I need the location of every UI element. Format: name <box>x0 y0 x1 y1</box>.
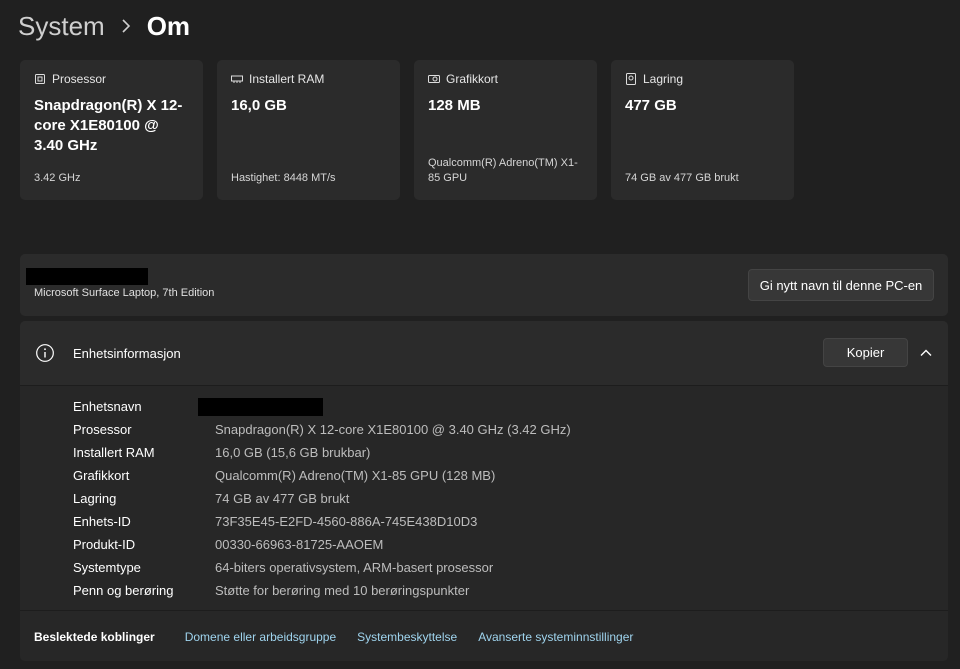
spec-label: Penn og berøring <box>73 583 174 598</box>
spec-value: 73F35E45-E2FD-4560-886A-745E438D10D3 <box>215 514 478 529</box>
copy-button[interactable]: Kopier <box>823 338 908 367</box>
rename-pc-button[interactable]: Gi nytt navn til denne PC-en <box>748 269 934 301</box>
processor-icon <box>34 73 46 85</box>
device-name-panel: Microsoft Surface Laptop, 7th Edition Gi… <box>20 254 948 316</box>
spec-row: Prosessor Snapdragon(R) X 12-core X1E801… <box>73 418 571 441</box>
spec-label: Enhetsnavn <box>73 399 142 414</box>
spec-label: Lagring <box>73 491 117 506</box>
card-value: 128 MB <box>428 97 481 114</box>
related-links: Beslektede koblinger Domene eller arbeid… <box>20 610 948 661</box>
card-sub: 74 GB av 477 GB brukt <box>625 172 739 184</box>
spec-list: Enhetsnavn Prosessor Snapdragon(R) X 12-… <box>73 395 571 602</box>
link-domain-workgroup[interactable]: Domene eller arbeidsgruppe <box>185 630 336 644</box>
card-sub: 3.42 GHz <box>34 172 81 184</box>
spec-row: Systemtype 64-biters operativsystem, ARM… <box>73 556 571 579</box>
breadcrumb: System Om <box>18 8 190 44</box>
spec-cards: Prosessor Snapdragon(R) X 12-core X1E801… <box>20 60 794 200</box>
spec-label: Produkt-ID <box>73 537 136 552</box>
card-gpu: Grafikkort 128 MB Qualcomm(R) Adreno(TM)… <box>414 60 597 200</box>
link-advanced-system-settings[interactable]: Avanserte systeminnstillinger <box>478 630 633 644</box>
related-links-title: Beslektede koblinger <box>34 629 155 644</box>
card-value: 16,0 GB <box>231 97 287 114</box>
card-sub: Qualcomm(R) Adreno(TM) X1-85 GPU <box>428 157 578 184</box>
spec-row: Produkt-ID 00330-66963-81725-AAOEM <box>73 533 571 556</box>
spec-value: Støtte for berøring med 10 berøringspunk… <box>215 583 470 598</box>
card-sub: Hastighet: 8448 MT/s <box>231 172 336 184</box>
device-info-panel: Enhetsinformasjon Kopier Enhetsnavn Pros… <box>20 321 948 661</box>
spec-label: Grafikkort <box>73 468 130 483</box>
spec-value: 64-biters operativsystem, ARM-basert pro… <box>215 560 494 575</box>
card-label: Prosessor <box>52 72 107 86</box>
device-info-header[interactable]: Enhetsinformasjon Kopier <box>20 321 948 386</box>
gpu-icon <box>428 73 440 85</box>
spec-row: Enhets-ID 73F35E45-E2FD-4560-886A-745E43… <box>73 510 571 533</box>
spec-value: Qualcomm(R) Adreno(TM) X1-85 GPU (128 MB… <box>215 468 496 483</box>
ram-icon <box>231 73 243 85</box>
storage-icon <box>625 73 637 85</box>
page-title: Om <box>146 10 191 41</box>
card-storage: Lagring 477 GB 74 GB av 477 GB brukt <box>611 60 794 200</box>
card-label: Grafikkort <box>446 72 499 86</box>
spec-label: Systemtype <box>73 560 141 575</box>
spec-row: Enhetsnavn <box>73 395 571 418</box>
redacted-device-name-value <box>198 397 323 416</box>
chevron-right-icon <box>121 19 131 33</box>
device-model: Microsoft Surface Laptop, 7th Edition <box>34 287 215 299</box>
spec-value: 74 GB av 477 GB brukt <box>215 491 350 506</box>
spec-row: Lagring 74 GB av 477 GB brukt <box>73 487 571 510</box>
spec-label: Enhets-ID <box>73 514 131 529</box>
spec-value: 16,0 GB (15,6 GB brukbar) <box>215 445 371 460</box>
spec-row: Grafikkort Qualcomm(R) Adreno(TM) X1-85 … <box>73 464 571 487</box>
spec-value: Snapdragon(R) X 12-core X1E80100 @ 3.40 … <box>215 422 571 437</box>
card-ram: Installert RAM 16,0 GB Hastighet: 8448 M… <box>217 60 400 200</box>
spec-row: Penn og berøring Støtte for berøring med… <box>73 579 571 602</box>
card-value: Snapdragon(R) X 12-core X1E80100 @ 3.40 … <box>34 97 183 154</box>
spec-label: Prosessor <box>73 422 132 437</box>
info-icon <box>35 343 55 363</box>
card-label: Installert RAM <box>249 72 325 86</box>
spec-value: 00330-66963-81725-AAOEM <box>215 537 384 552</box>
device-info-title: Enhetsinformasjon <box>73 346 181 361</box>
card-processor: Prosessor Snapdragon(R) X 12-core X1E801… <box>20 60 203 200</box>
breadcrumb-parent[interactable]: System <box>18 11 105 42</box>
chevron-up-icon[interactable] <box>918 345 934 361</box>
spec-row: Installert RAM 16,0 GB (15,6 GB brukbar) <box>73 441 571 464</box>
card-value: 477 GB <box>625 97 677 114</box>
link-system-protection[interactable]: Systembeskyttelse <box>357 630 457 644</box>
card-label: Lagring <box>643 72 684 86</box>
redacted-device-name <box>26 268 148 285</box>
spec-label: Installert RAM <box>73 445 155 460</box>
